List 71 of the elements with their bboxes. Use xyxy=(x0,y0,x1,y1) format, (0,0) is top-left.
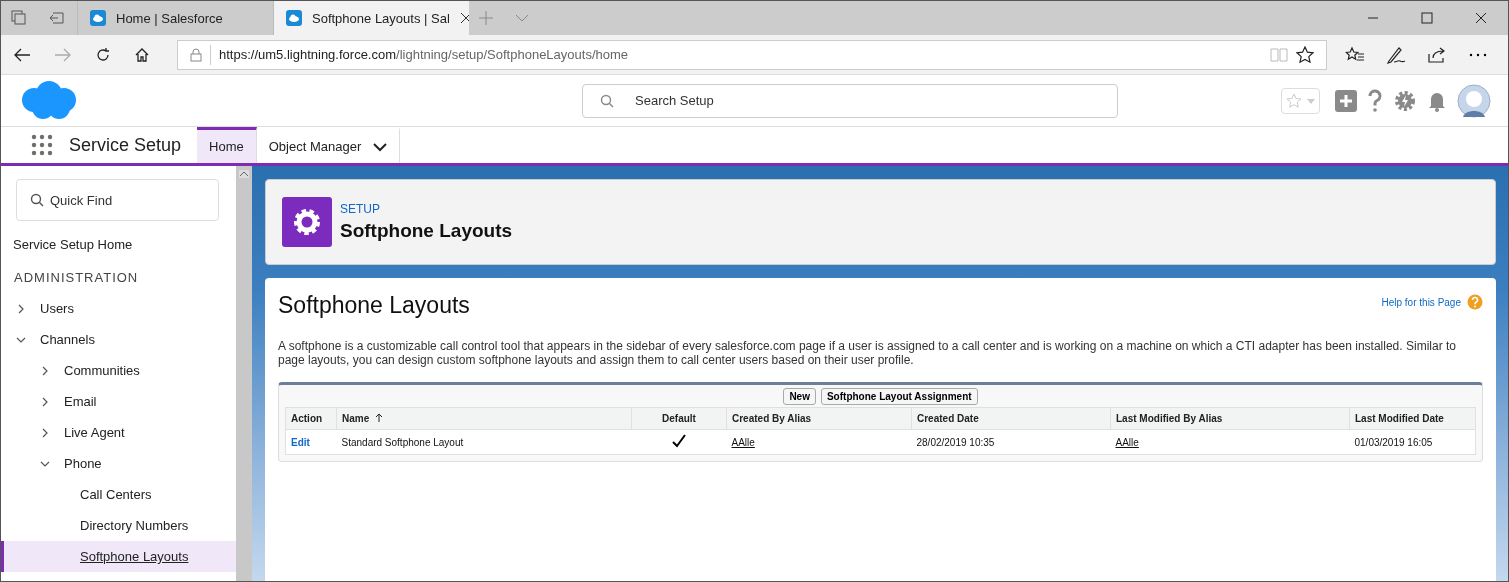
help-icon[interactable] xyxy=(1367,88,1383,113)
app-launcher-icon[interactable] xyxy=(31,134,53,156)
alias-link[interactable]: AAlle xyxy=(1115,436,1139,448)
tree-item[interactable]: Live Agent xyxy=(1,417,236,448)
tab-aside-icon[interactable] xyxy=(49,10,65,26)
browser-tab[interactable]: Softphone Layouts | Sal xyxy=(273,1,469,35)
nav-tab[interactable]: Object Manager xyxy=(256,127,401,163)
content-title: Softphone Layouts xyxy=(278,292,470,319)
description: A softphone is a customizable call control tool that appears in the sidebar of every salesforce.com page if a user is assigned to a call center and is working on a machine on which a CTI adapter has been installed. Similar to page layouts, you can design custom softphone layouts and assign them to call center users based on their user profile. xyxy=(278,339,1457,367)
cloud-icon xyxy=(90,10,106,26)
tree-item[interactable]: Communities xyxy=(1,355,236,386)
search-icon xyxy=(600,93,614,108)
star-icon xyxy=(1285,91,1303,110)
favorites-icon[interactable] xyxy=(1345,45,1365,64)
tree-item[interactable]: Email xyxy=(1,386,236,417)
chevron-down-icon[interactable] xyxy=(373,141,388,152)
section-heading: ADMINISTRATION xyxy=(13,270,140,285)
share-icon[interactable] xyxy=(1427,45,1447,64)
tree-item[interactable]: Phone xyxy=(1,448,236,479)
avatar[interactable] xyxy=(1457,83,1491,118)
table-cell: Standard Softphone Layout xyxy=(336,429,632,455)
cloud-logo[interactable] xyxy=(19,79,79,122)
column-header[interactable]: Name xyxy=(336,407,632,430)
sidebar-link[interactable]: Service Setup Home xyxy=(1,237,236,252)
cloud-icon xyxy=(286,10,302,26)
column-header[interactable]: Created Date xyxy=(911,407,1111,430)
column-header[interactable]: Last Modified By Alias xyxy=(1110,407,1350,430)
scroll-up-icon[interactable] xyxy=(239,170,249,178)
chevron-icon[interactable] xyxy=(40,396,50,407)
refresh-icon[interactable] xyxy=(95,46,111,63)
chevron-icon[interactable] xyxy=(40,427,50,438)
close-icon[interactable] xyxy=(459,12,469,24)
home-icon[interactable] xyxy=(134,46,150,63)
settings-icon[interactable] xyxy=(1393,88,1417,113)
table-cell: 01/03/2019 16:05 xyxy=(1349,429,1476,455)
help-link[interactable]: Help for this Page xyxy=(1381,296,1461,308)
column-header[interactable]: Default xyxy=(631,407,727,430)
alias-link[interactable]: AAlle xyxy=(731,436,755,448)
tree-item[interactable]: Channels xyxy=(1,324,236,355)
caret-down-icon xyxy=(1306,96,1316,105)
quick-find-field[interactable]: Quick Find xyxy=(16,179,219,221)
tree-item[interactable]: Directory Numbers xyxy=(1,510,236,541)
search-icon xyxy=(30,193,44,207)
gear-icon xyxy=(282,197,332,247)
tree-item[interactable]: Call Centers xyxy=(1,479,236,510)
chevron-icon[interactable] xyxy=(40,365,50,376)
app-name: Service Setup xyxy=(69,134,182,156)
close-icon[interactable] xyxy=(1475,12,1487,24)
star-icon[interactable] xyxy=(1296,45,1314,64)
list-button[interactable]: New xyxy=(783,388,816,405)
column-header[interactable]: Created By Alias xyxy=(726,407,912,430)
edit-link[interactable]: Edit xyxy=(291,436,310,448)
breadcrumb: SETUP xyxy=(340,202,381,216)
back-icon[interactable] xyxy=(13,46,31,63)
column-header[interactable]: Action xyxy=(285,407,337,430)
pen-icon[interactable] xyxy=(1386,45,1406,64)
plus-icon[interactable] xyxy=(1335,89,1357,112)
list-button[interactable]: Softphone Layout Assignment xyxy=(820,388,978,405)
chevron-icon[interactable] xyxy=(16,303,26,314)
address-field[interactable]: https://um5.lightning.force.com/lightning/setup/SoftphoneLayouts/home xyxy=(177,39,1327,70)
column-header[interactable]: Last Modified Date xyxy=(1349,407,1476,430)
tree-item[interactable]: Softphone Layouts xyxy=(1,541,236,572)
sort-up-icon xyxy=(375,413,384,422)
search-field[interactable]: Search Setup xyxy=(582,83,1118,118)
tree-item[interactable]: Users xyxy=(1,293,236,324)
table-cell: 28/02/2019 10:35 xyxy=(911,429,1111,455)
nav-tab[interactable]: Home xyxy=(197,127,257,163)
page-title: Softphone Layouts xyxy=(340,220,513,242)
tab-overview-icon[interactable] xyxy=(11,10,27,26)
lock-icon xyxy=(190,47,202,62)
maximize-icon[interactable] xyxy=(1421,12,1433,24)
